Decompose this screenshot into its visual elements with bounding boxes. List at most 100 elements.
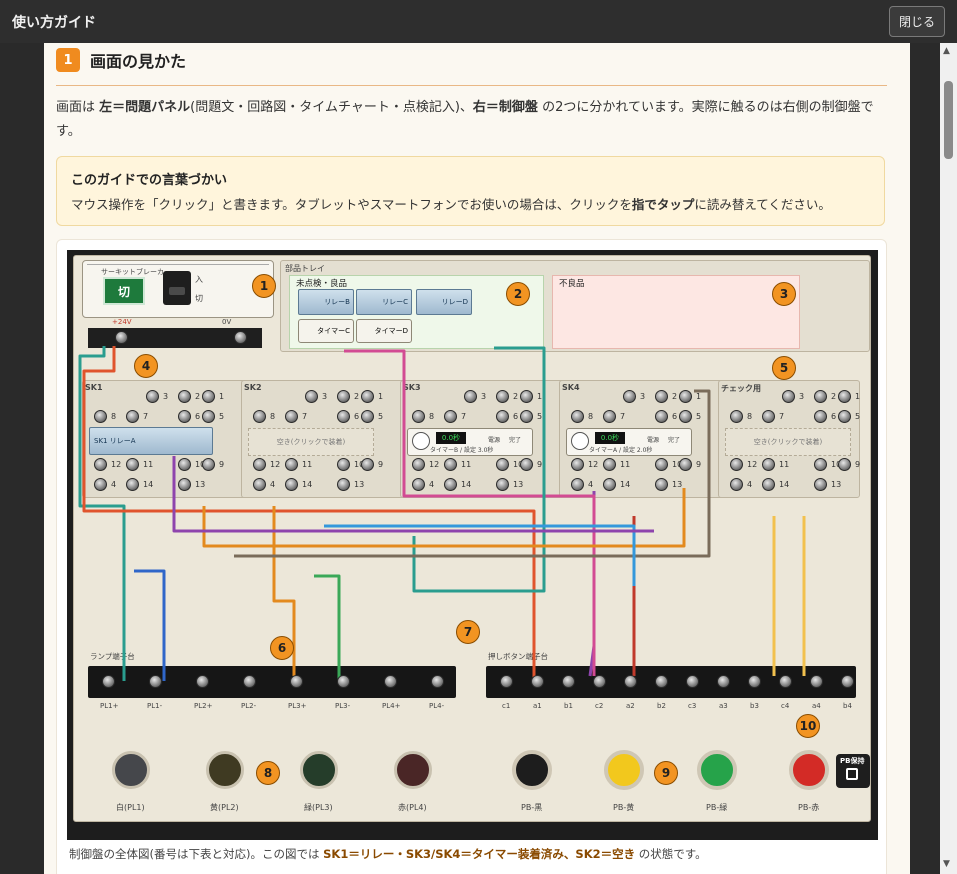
socket-terminal-1[interactable] [361,390,374,403]
socket-terminal-14[interactable] [603,478,616,491]
socket-terminal-2[interactable] [178,390,191,403]
lamp-terminal-pl3-[interactable] [337,675,350,688]
socket-terminal-13[interactable] [178,478,191,491]
lamp-terminal-pl2-[interactable] [243,675,256,688]
socket-terminal-7[interactable] [285,410,298,423]
socket-terminal-12[interactable] [94,458,107,471]
wire[interactable] [134,569,166,681]
socket-terminal-6[interactable] [496,410,509,423]
pb-terminal-a4[interactable] [810,675,823,688]
socket-terminal-13[interactable] [814,478,827,491]
socket-terminal-8[interactable] [253,410,266,423]
socket-terminal-12[interactable] [730,458,743,471]
socket-terminal-9[interactable] [838,458,851,471]
pb-hold-checkbox[interactable] [846,768,858,780]
lamp-terminal-pl3+[interactable] [290,675,303,688]
socket-terminal-13[interactable] [496,478,509,491]
socket-terminal-10[interactable] [814,458,827,471]
socket-terminal-14[interactable] [444,478,457,491]
lamp-terminal-pl1-[interactable] [149,675,162,688]
socket-terminal-8[interactable] [412,410,425,423]
socket-terminal-11[interactable] [762,458,775,471]
socket-terminal-5[interactable] [202,410,215,423]
pb-terminal-a1[interactable] [531,675,544,688]
scrollbar[interactable]: ▲ ▼ [940,43,957,874]
socket-terminal-3[interactable] [464,390,477,403]
socket-terminal-2[interactable] [337,390,350,403]
socket-terminal-5[interactable] [679,410,692,423]
pb-terminal-b2[interactable] [655,675,668,688]
lamp-terminal-pl4+[interactable] [384,675,397,688]
pb-terminal-c4[interactable] [779,675,792,688]
socket-terminal-9[interactable] [679,458,692,471]
socket-terminal-1[interactable] [838,390,851,403]
pb-terminal-c2[interactable] [593,675,606,688]
pb-terminal-b3[interactable] [748,675,761,688]
pb-red-button[interactable] [789,750,829,790]
socket-terminal-2[interactable] [496,390,509,403]
socket-terminal-3[interactable] [146,390,159,403]
socket-terminal-3[interactable] [782,390,795,403]
close-button[interactable]: 閉じる [888,6,945,37]
socket-terminal-7[interactable] [444,410,457,423]
pb-terminal-b4[interactable] [841,675,854,688]
pb-terminal-c1[interactable] [500,675,513,688]
socket-terminal-1[interactable] [520,390,533,403]
socket-terminal-11[interactable] [126,458,139,471]
socket-terminal-11[interactable] [444,458,457,471]
socket-terminal-6[interactable] [655,410,668,423]
socket-terminal-4[interactable] [412,478,425,491]
pb-terminal-a3[interactable] [717,675,730,688]
socket-terminal-5[interactable] [838,410,851,423]
socket-terminal-9[interactable] [361,458,374,471]
pb-yellow-button[interactable] [604,750,644,790]
socket-terminal-12[interactable] [571,458,584,471]
socket-terminal-1[interactable] [202,390,215,403]
socket-terminal-13[interactable] [655,478,668,491]
socket-terminal-7[interactable] [603,410,616,423]
socket-terminal-14[interactable] [762,478,775,491]
socket-terminal-4[interactable] [253,478,266,491]
socket-terminal-7[interactable] [126,410,139,423]
scroll-up-icon[interactable]: ▲ [943,46,950,56]
socket-terminal-4[interactable] [94,478,107,491]
socket-terminal-3[interactable] [623,390,636,403]
pb-hold-toggle[interactable]: PB保持 [836,754,870,788]
pb-black-button[interactable] [512,750,552,790]
socket-terminal-1[interactable] [679,390,692,403]
socket-terminal-10[interactable] [655,458,668,471]
pb-terminal-b1[interactable] [562,675,575,688]
scrollbar-thumb[interactable] [944,81,953,159]
socket-terminal-11[interactable] [285,458,298,471]
lamp-terminal-pl4-[interactable] [431,675,444,688]
socket-terminal-14[interactable] [285,478,298,491]
socket-terminal-10[interactable] [178,458,191,471]
socket-terminal-9[interactable] [202,458,215,471]
pb-terminal-c3[interactable] [686,675,699,688]
socket-terminal-10[interactable] [337,458,350,471]
socket-terminal-2[interactable] [655,390,668,403]
pb-terminal-a2[interactable] [624,675,637,688]
socket-terminal-6[interactable] [814,410,827,423]
socket-terminal-5[interactable] [361,410,374,423]
wire[interactable] [78,346,126,681]
socket-terminal-11[interactable] [603,458,616,471]
socket-terminal-14[interactable] [126,478,139,491]
socket-terminal-6[interactable] [337,410,350,423]
socket-terminal-7[interactable] [762,410,775,423]
socket-terminal-8[interactable] [94,410,107,423]
socket-terminal-8[interactable] [730,410,743,423]
socket-terminal-12[interactable] [412,458,425,471]
socket-terminal-5[interactable] [520,410,533,423]
scroll-down-icon[interactable]: ▼ [943,859,950,869]
socket-terminal-9[interactable] [520,458,533,471]
lamp-terminal-pl2+[interactable] [196,675,209,688]
socket-terminal-6[interactable] [178,410,191,423]
socket-terminal-8[interactable] [571,410,584,423]
socket-terminal-4[interactable] [730,478,743,491]
socket-terminal-10[interactable] [496,458,509,471]
socket-terminal-2[interactable] [814,390,827,403]
lamp-terminal-pl1+[interactable] [102,675,115,688]
socket-terminal-4[interactable] [571,478,584,491]
pb-green-button[interactable] [697,750,737,790]
